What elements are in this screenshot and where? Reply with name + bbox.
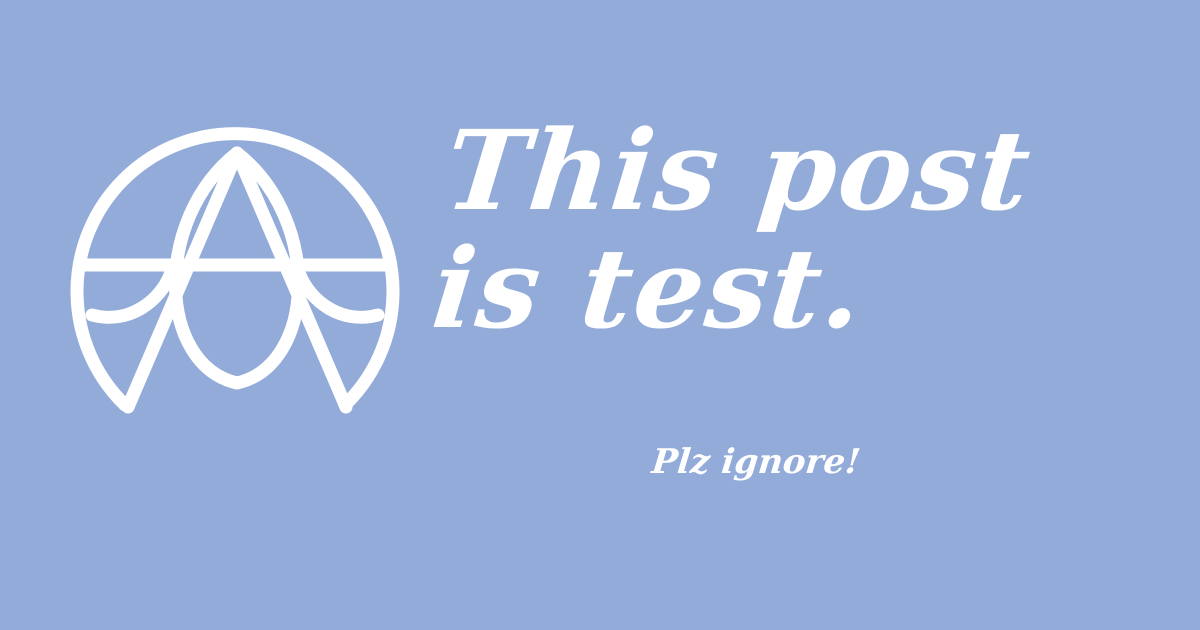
globe-logo-icon <box>70 125 400 415</box>
headline-line-2: is test. <box>427 224 871 353</box>
headline-line-1: This post <box>439 106 1038 235</box>
tagline: Plz ignore! <box>649 442 863 482</box>
banner: This post is test. Plz ignore! <box>0 0 1200 630</box>
headline: This post is test. <box>427 106 1193 353</box>
